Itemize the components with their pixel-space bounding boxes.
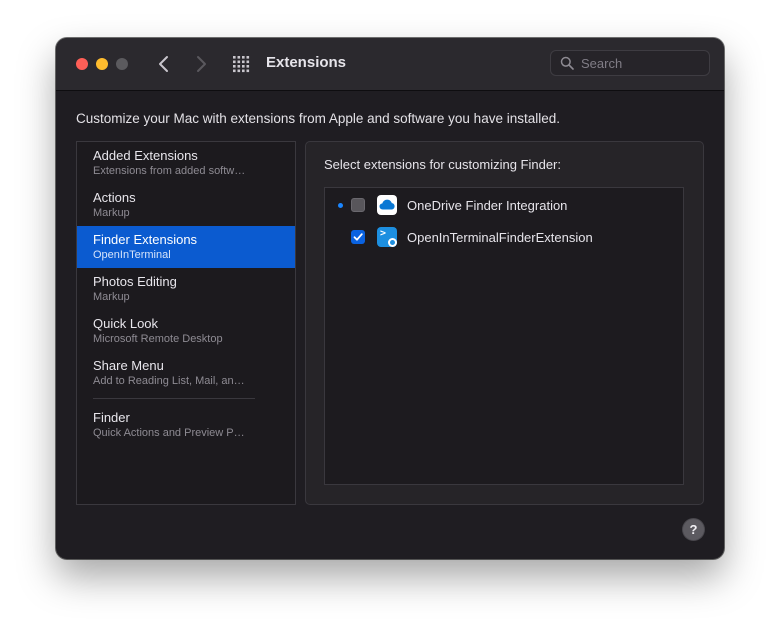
panel-heading: Select extensions for customizing Finder… [324,157,561,172]
title-bar: Extensions [56,38,724,91]
sidebar-item-title: Finder [93,410,130,425]
sidebar-item-subtitle: Add to Reading List, Mail, an… [93,375,245,387]
extension-name: OpenInTerminalFinderExtension [407,230,593,245]
chevron-left-icon [159,56,168,72]
sidebar-item-title: Share Menu [93,358,164,373]
extension-name: OneDrive Finder Integration [407,198,568,213]
openinterminal-checkbox[interactable] [351,230,365,244]
extension-row-onedrive[interactable]: OneDrive Finder Integration [325,190,683,220]
sidebar-item-subtitle: Markup [93,207,130,219]
sidebar-item-actions[interactable]: Actions Markup [77,184,295,226]
extensions-panel: Select extensions for customizing Finder… [305,141,704,505]
sidebar-item-subtitle: Extensions from added softw… [93,165,246,177]
help-button[interactable]: ? [683,519,704,540]
terminal-icon: > [377,227,397,247]
page-description: Customize your Mac with extensions from … [76,111,560,126]
sidebar-item-title: Quick Look [93,316,159,331]
extensions-window: Extensions Customize your Mac with exten… [56,38,724,559]
back-button[interactable] [154,52,174,76]
sidebar-item-quick-look[interactable]: Quick Look Microsoft Remote Desktop [77,310,295,352]
sidebar-item-title: Photos Editing [93,274,177,289]
sidebar-item-title: Actions [93,190,136,205]
close-button[interactable] [76,58,88,70]
sidebar-item-subtitle: Microsoft Remote Desktop [93,333,223,345]
show-all-button[interactable] [232,55,250,73]
search-field[interactable] [550,50,710,76]
checkmark-icon [353,233,363,241]
sidebar-item-title: Finder Extensions [93,232,198,247]
sidebar-item-photos-editing[interactable]: Photos Editing Markup [77,268,295,310]
search-input[interactable] [581,51,701,75]
extension-list: OneDrive Finder Integration > OpenInTerm… [324,187,684,485]
sidebar-item-finder[interactable]: Finder Quick Actions and Preview P… [77,404,295,446]
sidebar-item-subtitle: OpenInTerminal [93,249,171,261]
sidebar-item-added-extensions[interactable]: Added Extensions Extensions from added s… [77,142,295,184]
sidebar-item-subtitle: Quick Actions and Preview P… [93,427,245,439]
extension-row-openinterminal[interactable]: > OpenInTerminalFinderExtension [325,222,683,252]
onedrive-icon [377,195,397,215]
search-icon [560,56,574,70]
sidebar-item-share-menu[interactable]: Share Menu Add to Reading List, Mail, an… [77,352,295,394]
sidebar-divider [93,398,255,399]
forward-button[interactable] [191,52,211,76]
sidebar-item-subtitle: Markup [93,291,130,303]
extension-category-list: Added Extensions Extensions from added s… [76,141,296,505]
sidebar-item-title: Added Extensions [93,148,198,163]
zoom-button[interactable] [116,58,128,70]
new-extension-dot [338,203,343,208]
grid-icon [233,56,250,73]
onedrive-checkbox[interactable] [351,198,365,212]
minimize-button[interactable] [96,58,108,70]
window-title: Extensions [266,54,347,71]
chevron-right-icon [197,56,206,72]
sidebar-item-finder-extensions[interactable]: Finder Extensions OpenInTerminal [77,226,295,268]
